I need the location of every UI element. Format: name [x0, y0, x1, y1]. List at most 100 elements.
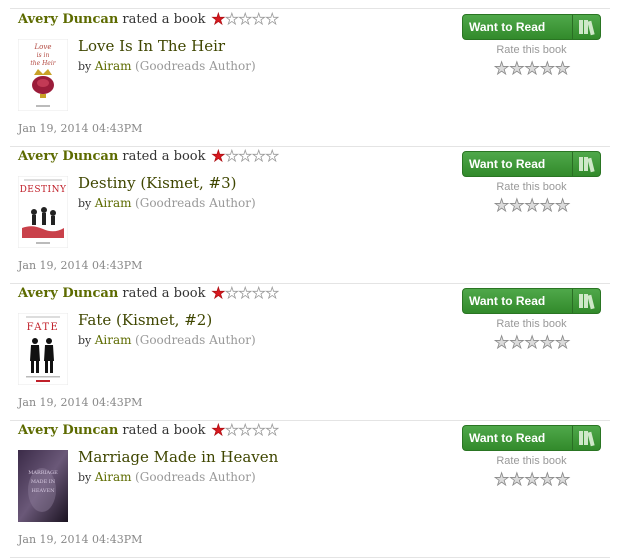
cover-image: DESTINY	[18, 176, 68, 248]
star-icon[interactable]: ★	[555, 197, 571, 215]
star-icon: ★	[265, 421, 279, 439]
button-divider	[572, 15, 573, 39]
bookshelf-icon[interactable]	[576, 428, 598, 448]
book-title-link[interactable]: Marriage Made in Heaven	[78, 448, 278, 466]
feed-entry: Avery Duncan rated a book ★★★★★ Love is …	[10, 9, 610, 147]
star-icon[interactable]: ★	[494, 197, 510, 215]
star-icon[interactable]: ★	[494, 334, 510, 352]
rate-stars: ★★★★★	[494, 196, 571, 215]
action-text: rated a book	[122, 286, 206, 301]
timestamp-link[interactable]: Jan 19, 2014 04:43PM	[18, 533, 142, 546]
book-title-link[interactable]: Destiny (Kismet, #3)	[78, 174, 237, 192]
given-rating: ★★★★★	[211, 284, 279, 302]
star-icon[interactable]: ★	[509, 197, 525, 215]
cover-image: FATE	[18, 313, 68, 385]
star-icon: ★	[211, 284, 226, 302]
given-rating: ★★★★★	[211, 421, 279, 439]
timestamp-link[interactable]: Jan 19, 2014 04:43PM	[18, 122, 142, 135]
action-text: rated a book	[122, 423, 206, 438]
author-tag: (Goodreads Author)	[135, 333, 256, 347]
star-icon[interactable]: ★	[555, 60, 571, 78]
star-icon: ★	[238, 421, 252, 439]
user-link[interactable]: Avery Duncan	[18, 149, 118, 164]
book-cover[interactable]: MARRIAGE MADE IN HEAVEN	[18, 450, 68, 522]
user-link[interactable]: Avery Duncan	[18, 286, 118, 301]
star-icon: ★	[225, 284, 239, 302]
bookshelf-icon[interactable]	[576, 291, 598, 311]
author-link[interactable]: Airam	[95, 196, 132, 210]
button-divider	[572, 289, 573, 313]
book-title-link[interactable]: Love Is In The Heir	[78, 37, 225, 55]
star-icon[interactable]: ★	[539, 197, 555, 215]
star-icon[interactable]: ★	[539, 334, 555, 352]
star-icon: ★	[211, 147, 226, 165]
author-link[interactable]: Airam	[95, 470, 132, 484]
cover-line: MARRIAGE	[28, 470, 58, 476]
button-divider	[572, 152, 573, 176]
bookshelf-icon[interactable]	[576, 17, 598, 37]
book-cover[interactable]: Love is in the Heir	[18, 39, 68, 111]
entry-header: Avery Duncan rated a book ★★★★★	[18, 10, 279, 28]
star-icon[interactable]: ★	[555, 334, 571, 352]
author-tag: (Goodreads Author)	[135, 196, 256, 210]
user-link[interactable]: Avery Duncan	[18, 423, 118, 438]
star-icon: ★	[225, 421, 239, 439]
entry-header: Avery Duncan rated a book ★★★★★	[18, 421, 279, 439]
given-rating: ★★★★★	[211, 10, 279, 28]
entry-header: Avery Duncan rated a book ★★★★★	[18, 284, 279, 302]
book-cover[interactable]: FATE	[18, 313, 68, 385]
byline: by Airam (Goodreads Author)	[78, 59, 256, 73]
feed-entry: Avery Duncan rated a book ★★★★★ MARRIAGE…	[10, 420, 610, 558]
timestamp-link[interactable]: Jan 19, 2014 04:43PM	[18, 396, 142, 409]
cover-title: DESTINY	[20, 185, 67, 195]
star-icon[interactable]: ★	[509, 60, 525, 78]
star-icon[interactable]: ★	[509, 334, 525, 352]
cover-title: FATE	[27, 322, 60, 333]
want-to-read-button[interactable]: Want to Read	[462, 14, 601, 40]
author-link[interactable]: Airam	[95, 333, 132, 347]
author-tag: (Goodreads Author)	[135, 59, 256, 73]
star-icon[interactable]: ★	[555, 471, 571, 489]
want-to-read-label: Want to Read	[469, 20, 546, 34]
star-icon[interactable]: ★	[524, 334, 540, 352]
timestamp-link[interactable]: Jan 19, 2014 04:43PM	[18, 259, 142, 272]
star-icon: ★	[252, 147, 266, 165]
author-link[interactable]: Airam	[95, 59, 132, 73]
given-rating: ★★★★★	[211, 147, 279, 165]
star-icon[interactable]: ★	[494, 471, 510, 489]
feed-entry: Avery Duncan rated a book ★★★★★ DESTINY …	[10, 146, 610, 284]
want-to-read-button[interactable]: Want to Read	[462, 151, 601, 177]
star-icon: ★	[265, 10, 279, 28]
rate-this-book-label: Rate this book	[496, 44, 567, 56]
star-icon[interactable]: ★	[524, 471, 540, 489]
star-icon[interactable]: ★	[539, 471, 555, 489]
feed-entry: Avery Duncan rated a book ★★★★★ FATE Fat…	[10, 283, 610, 421]
star-icon[interactable]: ★	[524, 60, 540, 78]
rate-this-book-label: Rate this book	[496, 455, 567, 467]
book-cover[interactable]: DESTINY	[18, 176, 68, 248]
book-title-link[interactable]: Fate (Kismet, #2)	[78, 311, 212, 329]
star-icon: ★	[265, 147, 279, 165]
byline: by Airam (Goodreads Author)	[78, 333, 256, 347]
cover-line: the Heir	[30, 60, 56, 67]
button-divider	[572, 426, 573, 450]
want-to-read-label: Want to Read	[469, 157, 546, 171]
star-icon[interactable]: ★	[524, 197, 540, 215]
star-icon: ★	[211, 421, 226, 439]
byline: by Airam (Goodreads Author)	[78, 196, 256, 210]
star-icon[interactable]: ★	[539, 60, 555, 78]
want-to-read-button[interactable]: Want to Read	[462, 288, 601, 314]
action-text: rated a book	[122, 12, 206, 27]
want-to-read-button[interactable]: Want to Read	[462, 425, 601, 451]
star-icon[interactable]: ★	[494, 60, 510, 78]
by-label: by	[78, 60, 92, 73]
cover-line: HEAVEN	[31, 488, 55, 494]
user-link[interactable]: Avery Duncan	[18, 12, 118, 27]
by-label: by	[78, 471, 92, 484]
cover-line: is in	[37, 52, 50, 59]
bookshelf-icon[interactable]	[576, 154, 598, 174]
author-tag: (Goodreads Author)	[135, 470, 256, 484]
action-text: rated a book	[122, 149, 206, 164]
by-label: by	[78, 334, 92, 347]
star-icon[interactable]: ★	[509, 471, 525, 489]
